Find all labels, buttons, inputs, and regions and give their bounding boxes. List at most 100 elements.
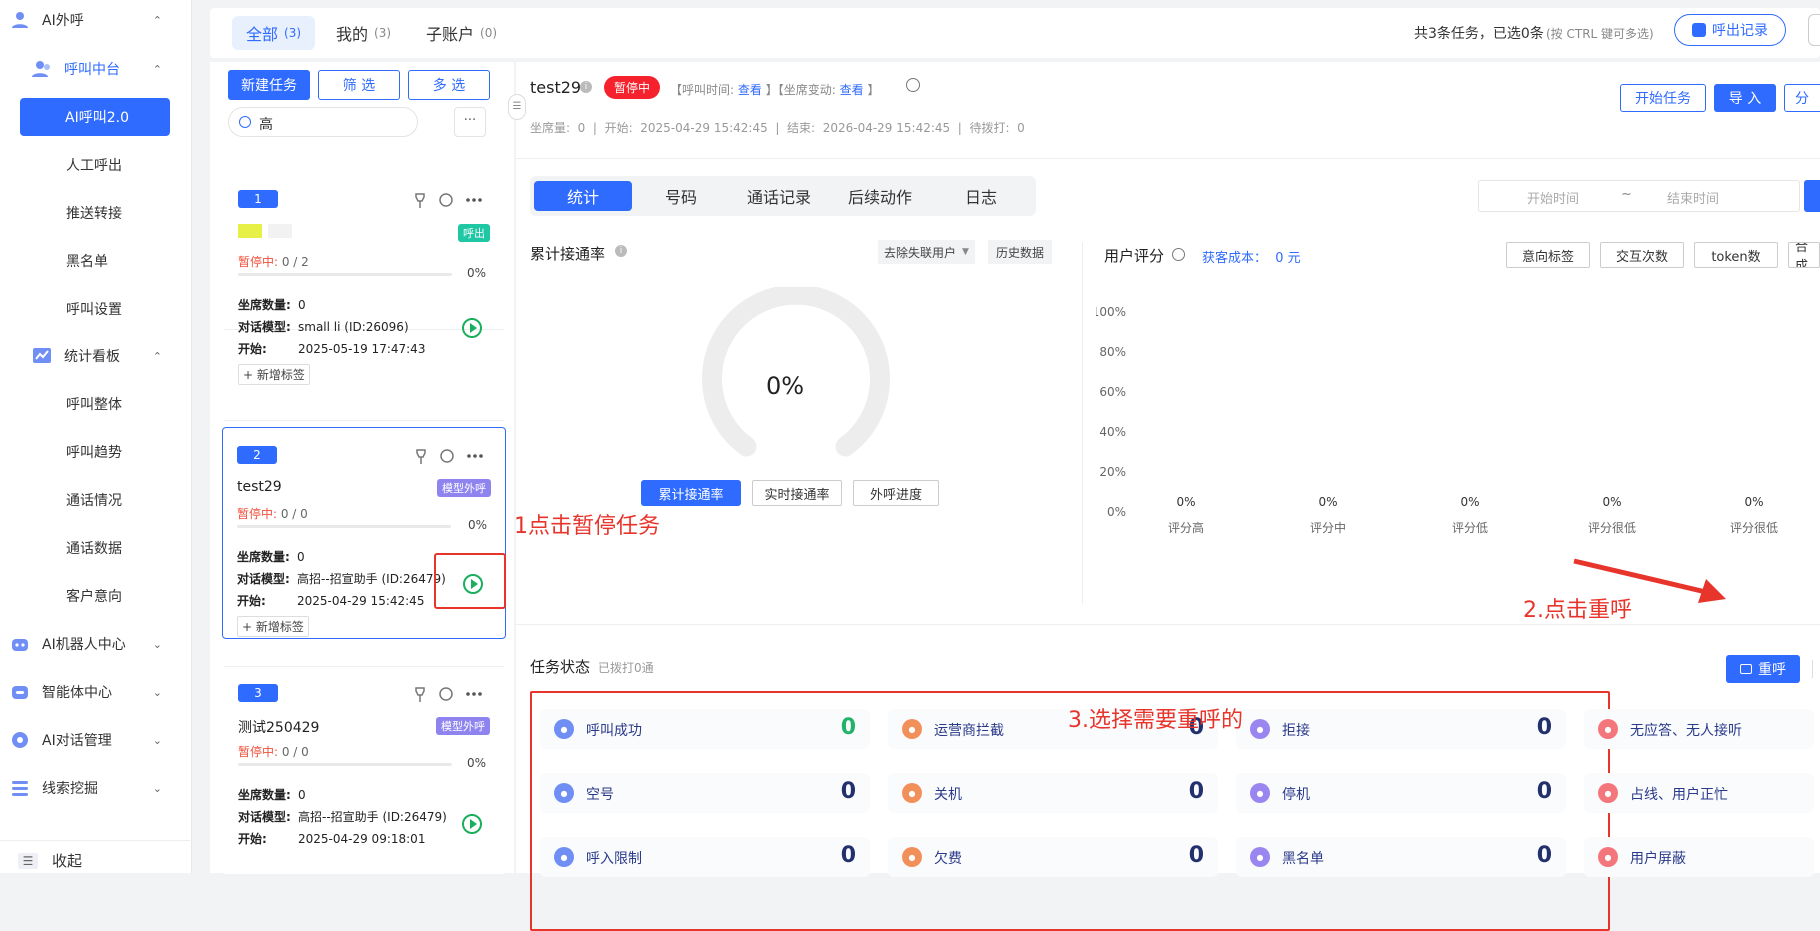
import-button[interactable]: 导 入	[1714, 84, 1776, 112]
sidebar-item-robot-center[interactable]: AI机器人中心 ⌄	[0, 624, 190, 664]
history-data-button[interactable]: 历史数据	[988, 240, 1053, 264]
sidebar-item-customer-intent[interactable]: 客户意向	[0, 576, 190, 616]
progress-percent: 0%	[466, 756, 486, 770]
query-button-edge[interactable]	[1804, 180, 1820, 212]
recall-button[interactable]: 重呼	[1726, 655, 1800, 683]
tab-all[interactable]: 全部 (3)	[232, 16, 316, 50]
sidebar-item-call-overall[interactable]: 呼叫整体	[0, 384, 190, 424]
status-item[interactable]: ● 用户屏蔽	[1584, 837, 1814, 877]
sidebar-item-manual-call[interactable]: 人工呼出	[0, 145, 190, 185]
info-icon: i	[615, 245, 627, 257]
tab-mine[interactable]: 我的 (3)	[322, 16, 405, 50]
sidebar-item-blacklist[interactable]: 黑名单	[0, 241, 190, 281]
remove-lost-select[interactable]: 去除失联用户 ▼	[878, 240, 975, 264]
status-value: 0	[1536, 843, 1552, 868]
sidebar-item-ai-dialog[interactable]: AI对话管理 ⌄	[0, 720, 190, 760]
sidebar-item-push-transfer[interactable]: 推送转接	[0, 193, 190, 233]
x-tick-label: 评分中	[1310, 520, 1346, 535]
task-card-selected[interactable]: 2 test29 模型外呼 暂停中: 0 / 0 0% 坐席数量: 0 对话模型:…	[222, 427, 506, 639]
status-label: 无应答、无人接听	[1630, 723, 1742, 739]
card-tools	[416, 449, 483, 464]
play-icon[interactable]	[462, 318, 482, 338]
new-task-button[interactable]: 新建任务	[228, 70, 310, 100]
y-tick-label: 60%	[1099, 385, 1126, 399]
sidebar-item-dashboard[interactable]: 统计看板 ⌃	[0, 336, 190, 376]
call-time-link[interactable]: 查看	[738, 83, 762, 97]
status-value: 0	[1536, 715, 1552, 740]
sidebar-item-call-center[interactable]: 呼叫中台 ⌃	[0, 49, 190, 89]
sidebar-item-agent-center[interactable]: 智能体中心 ⌄	[0, 672, 190, 712]
start-time: 开始: 2025-05-19 17:47:43	[238, 342, 426, 356]
play-icon[interactable]	[462, 814, 482, 834]
status-item[interactable]: ● 关机 0	[888, 773, 1218, 813]
chart-icon	[33, 348, 51, 363]
multi-select-button[interactable]: 多 选	[408, 70, 490, 100]
card-tools	[415, 687, 482, 702]
divider	[516, 624, 1820, 625]
refresh-icon[interactable]	[1172, 248, 1185, 261]
status-item[interactable]: ● 欠费 0	[888, 837, 1218, 877]
task-card[interactable]: 3 测试250429 模型外呼 暂停中: 0 / 0 0% 坐席数量: 0 对话模…	[224, 674, 504, 874]
end-date-field[interactable]: 结束时间	[1667, 188, 1719, 207]
outbound-progress-button[interactable]: 外呼进度	[853, 480, 939, 506]
date-range-picker[interactable]: 开始时间 ~ 结束时间	[1478, 180, 1800, 212]
status-item[interactable]: ● 呼叫成功 0	[540, 709, 870, 749]
filter-button[interactable]: 筛 选	[318, 70, 400, 100]
status-item[interactable]: ● 停机 0	[1236, 773, 1566, 813]
warning-icon: ●	[1250, 847, 1270, 867]
pin-icon	[415, 687, 425, 702]
status-item[interactable]: ● 无应答、无人接听	[1584, 709, 1814, 749]
dialog-model: 对话模型: 高招--招宣助手 (ID:26479)	[238, 810, 447, 824]
status-item[interactable]: ● 占线、用户正忙	[1584, 773, 1814, 813]
task-card[interactable]: 1 呼出 暂停中: 0 / 2 0% 坐席数量: 0 对话模型: small li …	[224, 180, 504, 385]
tab-logs[interactable]: 日志	[932, 181, 1030, 211]
task-type-tag: 呼出	[458, 224, 490, 242]
add-tag-button[interactable]: + 新增标签	[237, 616, 309, 637]
share-button[interactable]: 分	[1784, 84, 1820, 112]
search-input[interactable]: 高	[228, 107, 418, 137]
sidebar-item-ai-call-2[interactable]: AI呼叫2.0	[20, 98, 170, 136]
cumulative-rate-button[interactable]: 累计接通率	[641, 480, 741, 506]
tab-follow-up[interactable]: 后续动作	[828, 181, 932, 211]
start-task-button[interactable]: 开始任务	[1620, 84, 1706, 112]
task-type-tag: 模型外呼	[437, 479, 491, 497]
chevron-down-icon: ⌄	[152, 781, 162, 795]
caret-down-icon: ▼	[962, 247, 969, 257]
interaction-count-button[interactable]: 交互次数	[1600, 242, 1684, 268]
realtime-rate-button[interactable]: 实时接通率	[752, 480, 842, 506]
divider	[224, 420, 504, 421]
tab-statistics[interactable]: 统计	[534, 181, 632, 211]
composite-button[interactable]: 合成	[1788, 242, 1820, 268]
arrears-icon: ●	[902, 847, 922, 867]
sidebar-item-call-trend[interactable]: 呼叫趋势	[0, 432, 190, 472]
add-tag-button[interactable]: + 新增标签	[238, 364, 310, 385]
sidebar: AI外呼 ⌃ 呼叫中台 ⌃ AI呼叫2.0 人工呼出 推送转接 黑名单 呼叫设置…	[0, 0, 192, 873]
task-status-title: 任务状态	[530, 658, 591, 676]
panel-toggle-icon[interactable]: ☰	[508, 94, 526, 120]
tab-sub-accounts[interactable]: 子账户 (0)	[412, 16, 511, 50]
task-list-panel: 新建任务 筛 选 多 选 高 ··· 1 呼出 暂停中: 0 / 2 0% 坐席…	[210, 62, 514, 874]
more-options-button[interactable]: ···	[454, 107, 486, 137]
sidebar-item-ai-outbound[interactable]: AI外呼 ⌃	[0, 0, 190, 40]
top-right-button-edge[interactable]	[1808, 14, 1820, 46]
sidebar-item-call-data[interactable]: 通话数据	[0, 528, 190, 568]
sidebar-item-call-settings[interactable]: 呼叫设置	[0, 289, 190, 329]
tab-numbers[interactable]: 号码	[632, 181, 730, 211]
tab-call-records[interactable]: 通话记录	[730, 181, 828, 211]
token-count-button[interactable]: token数	[1694, 242, 1778, 268]
intent-tags-button[interactable]: 意向标签	[1506, 242, 1590, 268]
sidebar-item-lead-mining[interactable]: 线索挖掘 ⌄	[0, 768, 190, 808]
status-item[interactable]: ● 黑名单 0	[1236, 837, 1566, 877]
seat-change-link[interactable]: 查看	[840, 83, 864, 97]
status-label: 占线、用户正忙	[1630, 787, 1728, 803]
start-date-field[interactable]: 开始时间	[1527, 188, 1579, 207]
status-item[interactable]: ● 空号 0	[540, 773, 870, 813]
call-records-button[interactable]: 呼出记录	[1674, 14, 1786, 46]
status-item[interactable]: ● 拒接 0	[1236, 709, 1566, 749]
sidebar-item-call-status[interactable]: 通话情况	[0, 480, 190, 520]
refresh-icon[interactable]	[906, 78, 920, 92]
status-item[interactable]: ● 呼入限制 0	[540, 837, 870, 877]
collapse-button[interactable]: ☰ 收起	[0, 840, 190, 880]
gauge-track	[702, 287, 890, 457]
shield-icon: ●	[1598, 847, 1618, 867]
